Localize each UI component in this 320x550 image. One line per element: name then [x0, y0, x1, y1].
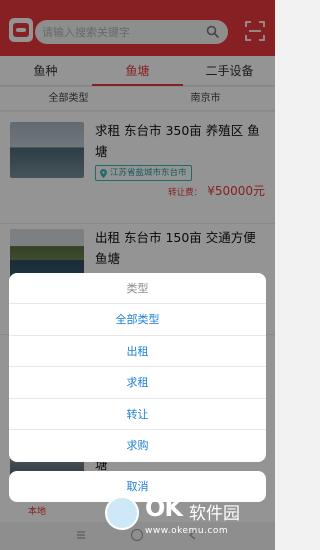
action-sheet-title: 类型 [9, 273, 266, 304]
option-want-to-rent[interactable]: 求租 [9, 367, 266, 399]
option-for-rent[interactable]: 出租 [9, 336, 266, 368]
option-transfer[interactable]: 转让 [9, 399, 266, 431]
option-all-types[interactable]: 全部类型 [9, 304, 266, 336]
type-action-sheet: 类型 全部类型 出租 求租 转让 求购 [9, 273, 266, 462]
watermark-url: www.okemu.com [145, 526, 229, 536]
watermark: OK 软件园 www.okemu.com [105, 494, 270, 540]
watermark-ok: OK [145, 494, 183, 522]
watermark-logo-icon [105, 496, 139, 530]
option-want-to-buy[interactable]: 求购 [9, 430, 266, 462]
watermark-name: 软件园 [189, 504, 240, 524]
